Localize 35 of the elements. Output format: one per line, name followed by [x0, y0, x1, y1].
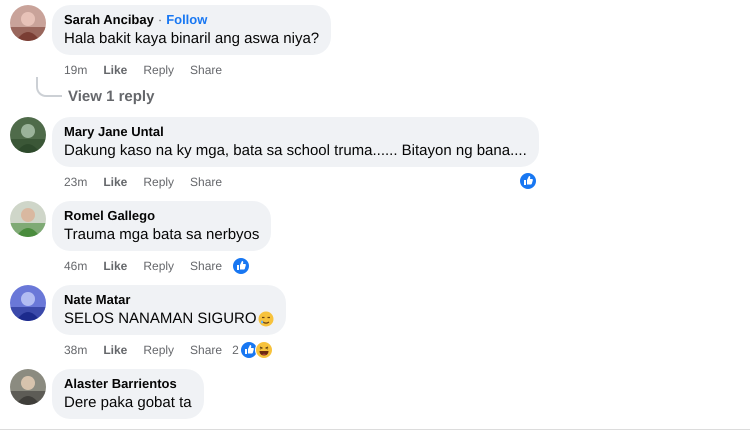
- reply-link[interactable]: Reply: [143, 342, 174, 356]
- share-link[interactable]: Share: [190, 342, 222, 356]
- share-link[interactable]: Share: [190, 62, 222, 76]
- laughing-face-icon: [254, 340, 273, 358]
- like-link[interactable]: Like: [103, 62, 128, 76]
- author-name[interactable]: Nate Matar: [64, 292, 130, 307]
- like-link[interactable]: Like: [103, 342, 128, 356]
- view-replies-link[interactable]: View 1 reply: [68, 88, 154, 105]
- comment-time: 38m: [64, 342, 88, 356]
- author-name[interactable]: Romel Gallego: [64, 208, 156, 223]
- reaction-count: 2: [232, 342, 239, 356]
- comment-text: Hala bakit kaya binaril ang aswa niya?: [64, 30, 320, 47]
- like-icon: [232, 256, 250, 274]
- author-name[interactable]: Mary Jane Untal: [64, 124, 164, 139]
- author-name[interactable]: Sarah Ancibay: [64, 12, 154, 27]
- comment-text: Trauma mga bata sa nerbyos: [64, 226, 260, 243]
- comment-time: 19m: [64, 62, 88, 76]
- like-link[interactable]: Like: [103, 174, 128, 188]
- share-link[interactable]: Share: [190, 174, 222, 188]
- reply-link[interactable]: Reply: [143, 62, 174, 76]
- follow-link[interactable]: Follow: [166, 12, 208, 27]
- comment-text: Dakung kaso na ky mga, bata sa school truma...... Bitayon ng bana....: [64, 142, 527, 159]
- comment-text: SELOS NANAMAN SIGURO: [64, 310, 257, 327]
- thread-line: [36, 77, 62, 97]
- author-name[interactable]: Alaster Barrientos: [64, 376, 177, 391]
- reply-link[interactable]: Reply: [143, 174, 174, 188]
- comment-time: 46m: [64, 258, 88, 272]
- smiling-tear-face-icon: [258, 310, 274, 326]
- comment-time: 23m: [64, 174, 88, 188]
- share-link[interactable]: Share: [190, 258, 222, 272]
- reply-link[interactable]: Reply: [143, 258, 174, 272]
- like-link[interactable]: Like: [103, 258, 128, 272]
- separator-dot: ·: [158, 12, 162, 27]
- like-icon: [518, 172, 537, 190]
- comment-text: Dere paka gobat ta: [64, 394, 192, 411]
